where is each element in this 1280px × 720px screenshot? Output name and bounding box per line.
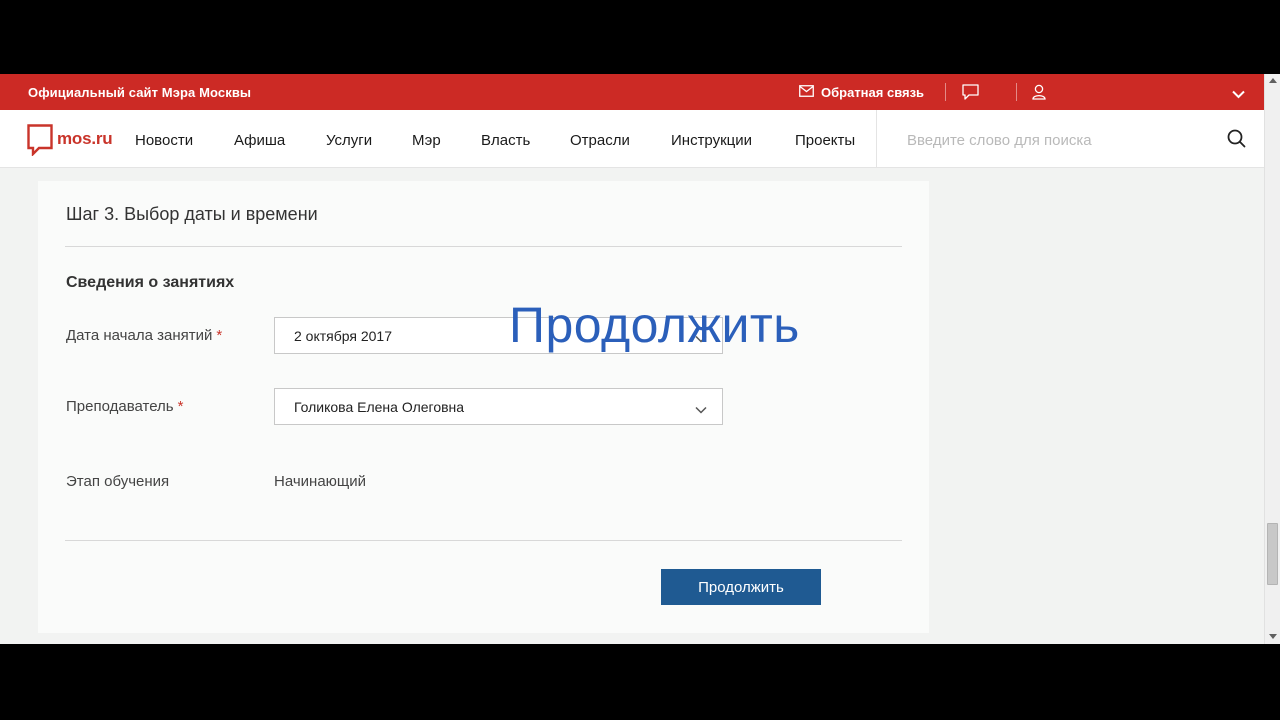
scroll-thumb[interactable] xyxy=(1267,523,1278,585)
logo-text: mos.ru xyxy=(57,128,113,148)
chat-icon[interactable] xyxy=(962,84,979,105)
stage-label: Этап обучения xyxy=(66,473,170,490)
form-card: Шаг 3. Выбор даты и времени Сведения о з… xyxy=(38,181,929,633)
chevron-down-icon xyxy=(695,401,707,419)
start-date-value: 2 октября 2017 xyxy=(294,328,392,344)
nav-item-mayor[interactable]: Мэр xyxy=(412,132,441,149)
divider xyxy=(1016,83,1017,101)
start-date-label: Дата начала занятий * xyxy=(66,327,222,344)
main-navigation: mos.ru Новости Афиша Услуги Мэр Власть О… xyxy=(0,110,1264,168)
divider xyxy=(65,540,902,541)
step-title: Шаг 3. Выбор даты и времени xyxy=(66,204,318,224)
logo-icon xyxy=(27,124,53,161)
nav-item-authority[interactable]: Власть xyxy=(481,132,530,149)
site-title: Официальный сайт Мэра Москвы xyxy=(28,85,252,100)
required-mark: * xyxy=(177,398,184,415)
browser-viewport: Официальный сайт Мэра Москвы Обратная св… xyxy=(0,74,1280,644)
search-input[interactable] xyxy=(905,128,1209,152)
scroll-down-arrow-icon[interactable] xyxy=(1269,634,1277,639)
search-area xyxy=(876,110,1265,167)
chevron-down-icon[interactable] xyxy=(1232,86,1245,104)
teacher-label-text: Преподаватель xyxy=(66,398,174,415)
nav-item-instructions[interactable]: Инструкции xyxy=(671,132,752,149)
nav-item-industries[interactable]: Отрасли xyxy=(570,132,630,149)
feedback-link[interactable]: Обратная связь xyxy=(799,83,924,101)
scroll-up-arrow-icon[interactable] xyxy=(1269,78,1277,83)
user-icon[interactable] xyxy=(1032,84,1046,105)
mos-logo[interactable]: mos.ru xyxy=(27,124,113,161)
search-icon[interactable] xyxy=(1227,129,1246,153)
overlay-caption: Продолжить xyxy=(509,297,800,353)
continue-button[interactable]: Продолжить xyxy=(661,569,821,605)
divider xyxy=(65,246,902,247)
stage-value: Начинающий xyxy=(274,473,367,490)
required-mark: * xyxy=(216,327,223,344)
top-bar: Официальный сайт Мэра Москвы Обратная св… xyxy=(0,74,1264,110)
teacher-select[interactable]: Голикова Елена Олеговна xyxy=(274,388,723,425)
page-scrollbar[interactable] xyxy=(1264,74,1280,644)
feedback-label: Обратная связь xyxy=(821,84,925,100)
envelope-icon xyxy=(799,84,814,100)
divider xyxy=(945,83,946,101)
nav-item-afisha[interactable]: Афиша xyxy=(234,132,285,149)
nav-item-services[interactable]: Услуги xyxy=(326,132,372,149)
start-date-label-text: Дата начала занятий xyxy=(66,327,213,344)
nav-item-news[interactable]: Новости xyxy=(135,132,193,149)
nav-item-projects[interactable]: Проекты xyxy=(795,132,855,149)
teacher-label: Преподаватель * xyxy=(66,398,183,415)
section-title: Сведения о занятиях xyxy=(66,274,235,291)
teacher-value: Голикова Елена Олеговна xyxy=(294,399,465,415)
